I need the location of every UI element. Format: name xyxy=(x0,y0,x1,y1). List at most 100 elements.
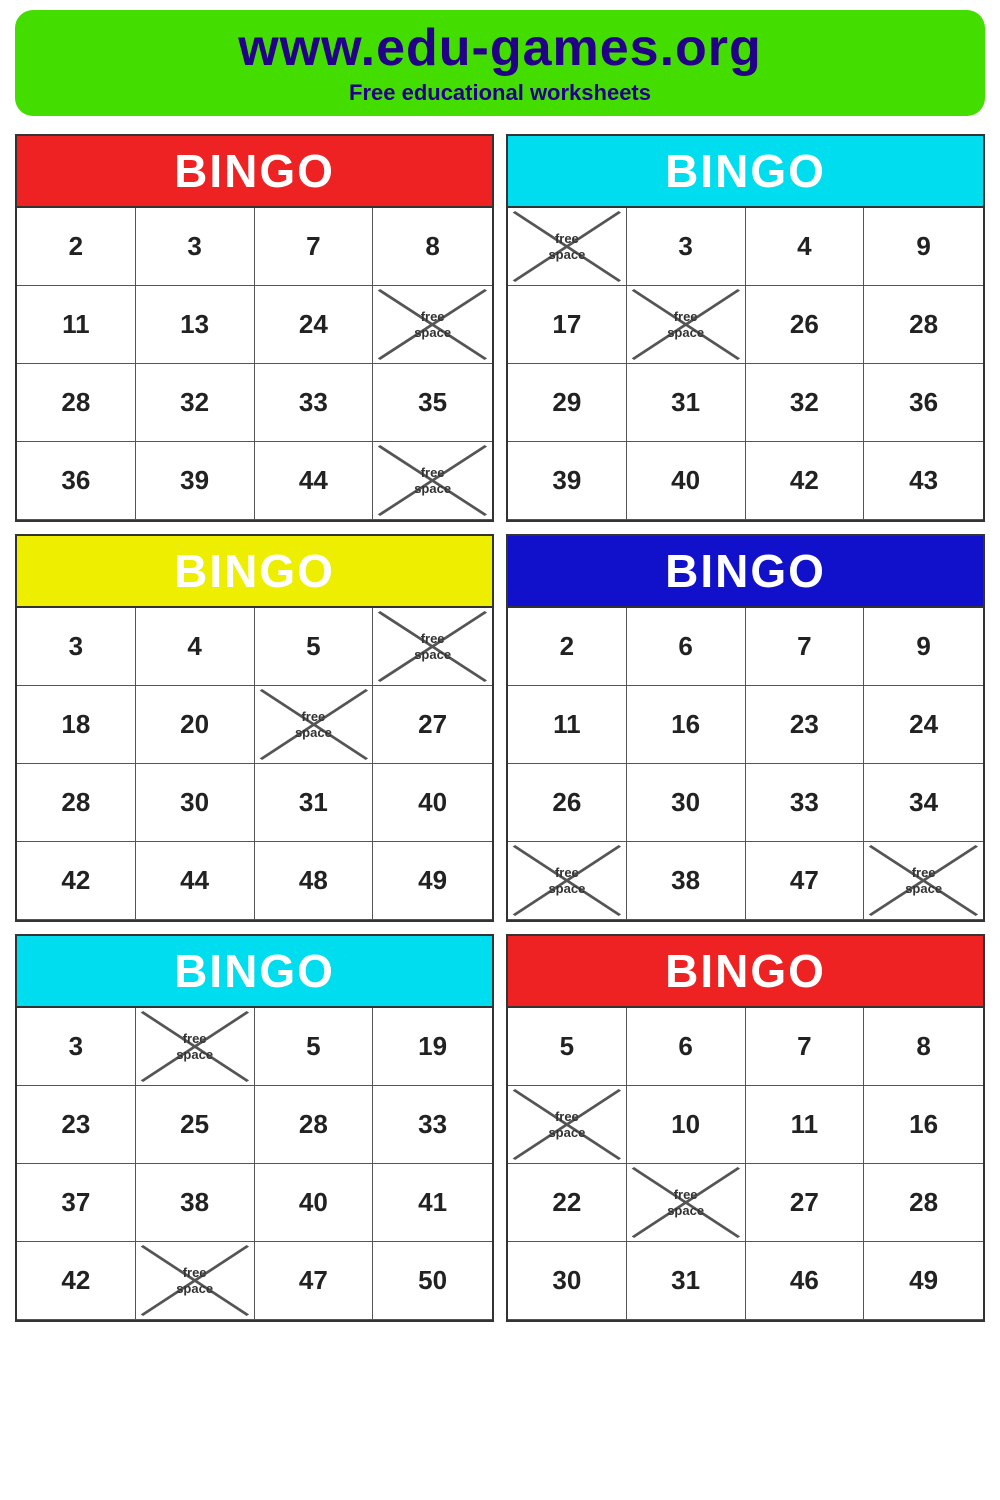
bingo-cell-6-3-3: 49 xyxy=(864,1242,983,1320)
bingo-grid-6: 5678freespace10111622freespace2728303146… xyxy=(508,1006,983,1320)
free-space-label: freespace xyxy=(176,1031,213,1062)
bingo-cell-2-2-3: 36 xyxy=(864,364,983,442)
boards-container: BINGO2378111324freespace28323335363944fr… xyxy=(0,126,1000,1332)
bingo-cell-2-0-0: freespace xyxy=(508,208,627,286)
bingo-cell-5-3-0: 42 xyxy=(17,1242,136,1320)
bingo-cell-6-1-2: 11 xyxy=(746,1086,865,1164)
bingo-cell-1-0-0: 2 xyxy=(17,208,136,286)
free-space-label: freespace xyxy=(414,309,451,340)
bingo-cell-2-1-0: 17 xyxy=(508,286,627,364)
bingo-cell-6-0-1: 6 xyxy=(627,1008,746,1086)
header-subtitle: Free educational worksheets xyxy=(25,80,975,106)
bingo-cell-5-0-1: freespace xyxy=(136,1008,255,1086)
bingo-cell-4-0-2: 7 xyxy=(746,608,865,686)
bingo-cell-1-1-3: freespace xyxy=(373,286,492,364)
bingo-cell-6-3-0: 30 xyxy=(508,1242,627,1320)
bingo-board-1: BINGO2378111324freespace28323335363944fr… xyxy=(15,134,494,522)
free-space-label: freespace xyxy=(414,465,451,496)
bingo-cell-5-0-0: 3 xyxy=(17,1008,136,1086)
bingo-cell-4-3-2: 47 xyxy=(746,842,865,920)
bingo-cell-2-3-2: 42 xyxy=(746,442,865,520)
free-space-label: freespace xyxy=(667,1187,704,1218)
bingo-cell-2-2-0: 29 xyxy=(508,364,627,442)
free-space-label: freespace xyxy=(548,1109,585,1140)
bingo-cell-4-2-1: 30 xyxy=(627,764,746,842)
bingo-cell-5-3-2: 47 xyxy=(255,1242,374,1320)
bingo-board-5: BINGO3freespace519232528333738404142free… xyxy=(15,934,494,1322)
bingo-cell-5-2-1: 38 xyxy=(136,1164,255,1242)
bingo-cell-3-0-1: 4 xyxy=(136,608,255,686)
bingo-cell-1-0-1: 3 xyxy=(136,208,255,286)
bingo-cell-2-1-1: freespace xyxy=(627,286,746,364)
bingo-cell-2-0-2: 4 xyxy=(746,208,865,286)
bingo-cell-4-2-2: 33 xyxy=(746,764,865,842)
bingo-cell-6-1-0: freespace xyxy=(508,1086,627,1164)
bingo-header-5: BINGO xyxy=(17,936,492,1006)
bingo-cell-4-0-1: 6 xyxy=(627,608,746,686)
bingo-board-3: BINGO345freespace1820freespace2728303140… xyxy=(15,534,494,922)
free-space-label: freespace xyxy=(905,865,942,896)
header-url: www.edu-games.org xyxy=(25,18,975,78)
bingo-cell-2-2-1: 31 xyxy=(627,364,746,442)
bingo-header-2: BINGO xyxy=(508,136,983,206)
bingo-cell-6-0-3: 8 xyxy=(864,1008,983,1086)
bingo-cell-1-1-1: 13 xyxy=(136,286,255,364)
bingo-cell-5-3-3: 50 xyxy=(373,1242,492,1320)
bingo-header-4: BINGO xyxy=(508,536,983,606)
bingo-cell-3-2-1: 30 xyxy=(136,764,255,842)
bingo-cell-5-1-0: 23 xyxy=(17,1086,136,1164)
bingo-cell-4-3-3: freespace xyxy=(864,842,983,920)
bingo-cell-5-0-3: 19 xyxy=(373,1008,492,1086)
bingo-cell-2-0-3: 9 xyxy=(864,208,983,286)
bingo-cell-5-1-1: 25 xyxy=(136,1086,255,1164)
bingo-grid-4: 26791116232426303334freespace3847freespa… xyxy=(508,606,983,920)
free-space-label: freespace xyxy=(414,631,451,662)
bingo-cell-3-3-3: 49 xyxy=(373,842,492,920)
bingo-cell-6-0-0: 5 xyxy=(508,1008,627,1086)
bingo-cell-1-3-2: 44 xyxy=(255,442,374,520)
bingo-board-2: BINGOfreespace34917freespace262829313236… xyxy=(506,134,985,522)
bingo-cell-1-2-2: 33 xyxy=(255,364,374,442)
free-space-label: freespace xyxy=(548,231,585,262)
bingo-cell-4-0-3: 9 xyxy=(864,608,983,686)
bingo-cell-5-2-3: 41 xyxy=(373,1164,492,1242)
bingo-header-6: BINGO xyxy=(508,936,983,1006)
free-space-label: freespace xyxy=(295,709,332,740)
bingo-cell-3-3-1: 44 xyxy=(136,842,255,920)
bingo-cell-6-0-2: 7 xyxy=(746,1008,865,1086)
bingo-cell-3-3-2: 48 xyxy=(255,842,374,920)
bingo-cell-2-3-3: 43 xyxy=(864,442,983,520)
bingo-cell-3-2-0: 28 xyxy=(17,764,136,842)
bingo-cell-5-1-3: 33 xyxy=(373,1086,492,1164)
bingo-cell-2-2-2: 32 xyxy=(746,364,865,442)
bingo-cell-3-2-2: 31 xyxy=(255,764,374,842)
bingo-cell-4-0-0: 2 xyxy=(508,608,627,686)
bingo-cell-6-1-3: 16 xyxy=(864,1086,983,1164)
bingo-cell-3-0-3: freespace xyxy=(373,608,492,686)
bingo-cell-5-3-1: freespace xyxy=(136,1242,255,1320)
bingo-cell-1-3-3: freespace xyxy=(373,442,492,520)
bingo-cell-1-1-0: 11 xyxy=(17,286,136,364)
free-space-label: freespace xyxy=(548,865,585,896)
bingo-grid-2: freespace34917freespace26282931323639404… xyxy=(508,206,983,520)
bingo-cell-3-1-3: 27 xyxy=(373,686,492,764)
bingo-cell-3-0-0: 3 xyxy=(17,608,136,686)
bingo-grid-3: 345freespace1820freespace272830314042444… xyxy=(17,606,492,920)
bingo-cell-4-2-0: 26 xyxy=(508,764,627,842)
free-space-label: freespace xyxy=(667,309,704,340)
bingo-cell-6-3-2: 46 xyxy=(746,1242,865,1320)
bingo-grid-5: 3freespace519232528333738404142freespace… xyxy=(17,1006,492,1320)
bingo-cell-3-3-0: 42 xyxy=(17,842,136,920)
bingo-cell-5-1-2: 28 xyxy=(255,1086,374,1164)
bingo-cell-2-0-1: 3 xyxy=(627,208,746,286)
bingo-cell-3-2-3: 40 xyxy=(373,764,492,842)
bingo-cell-5-0-2: 5 xyxy=(255,1008,374,1086)
bingo-cell-1-0-3: 8 xyxy=(373,208,492,286)
header: www.edu-games.org Free educational works… xyxy=(15,10,985,116)
bingo-cell-4-1-0: 11 xyxy=(508,686,627,764)
bingo-cell-2-1-2: 26 xyxy=(746,286,865,364)
bingo-cell-6-2-1: freespace xyxy=(627,1164,746,1242)
bingo-cell-4-1-1: 16 xyxy=(627,686,746,764)
bingo-cell-5-2-2: 40 xyxy=(255,1164,374,1242)
bingo-cell-6-2-3: 28 xyxy=(864,1164,983,1242)
